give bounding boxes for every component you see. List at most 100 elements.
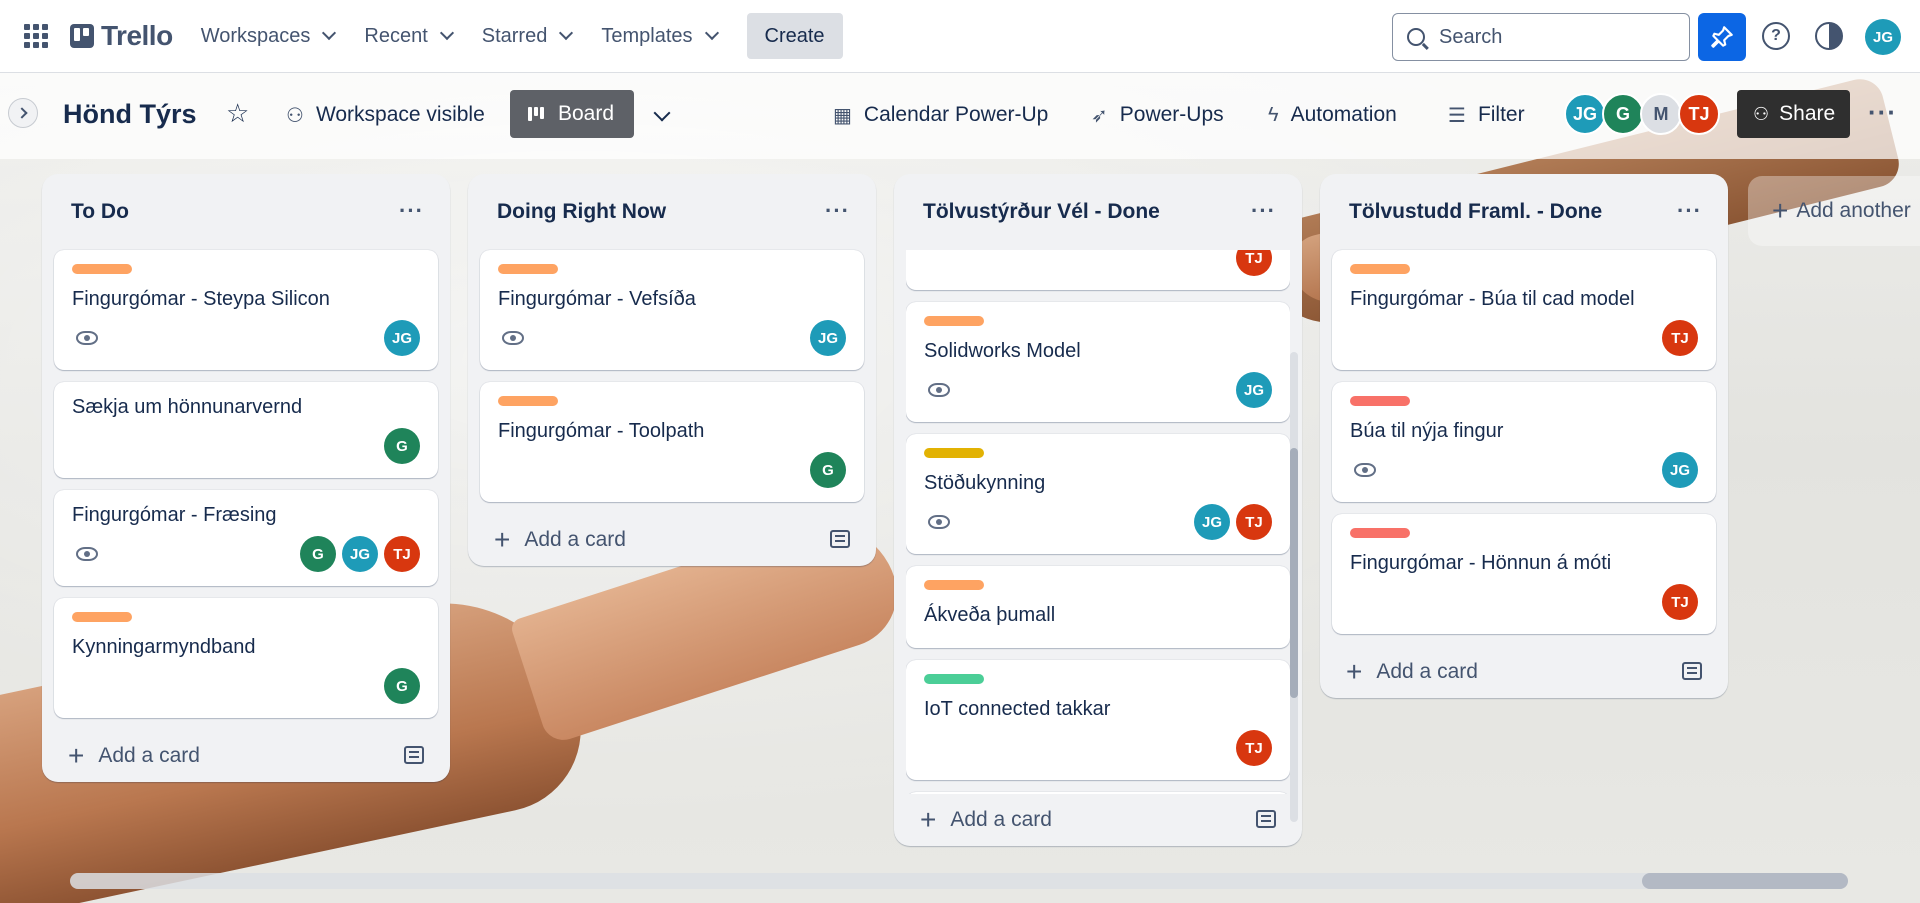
list-header[interactable]: Tölvustudd Framl. - Done ··· — [1320, 174, 1728, 250]
templates-menu[interactable]: Templates — [589, 16, 728, 56]
share-button[interactable]: ⚇ Share — [1737, 90, 1850, 138]
member-avatar[interactable]: G — [1602, 93, 1644, 135]
list-header[interactable]: Tölvustýrður Vél - Done ··· — [894, 174, 1302, 250]
help-icon[interactable]: ? — [1762, 22, 1790, 50]
list-menu-icon[interactable]: ··· — [399, 198, 424, 224]
notifications-button[interactable] — [1698, 13, 1746, 61]
add-card-button[interactable]: + Add a card — [894, 794, 1302, 846]
card-label[interactable] — [72, 264, 132, 274]
member-avatar[interactable]: TJ — [1236, 250, 1272, 276]
member-avatar[interactable]: TJ — [1662, 584, 1698, 620]
member-avatar[interactable]: JG — [342, 536, 378, 572]
member-avatar[interactable]: JG — [1564, 93, 1606, 135]
card[interactable]: Fingurgómar - Búa til cad model TJ — [1332, 250, 1716, 370]
card-template-icon[interactable] — [1682, 662, 1702, 680]
card-footer: TJ — [1350, 320, 1698, 356]
member-avatar[interactable]: TJ — [1662, 320, 1698, 356]
app-switcher-icon[interactable] — [22, 22, 50, 50]
add-list-button[interactable]: + Add another — [1748, 176, 1920, 246]
member-avatar[interactable]: JG — [1236, 372, 1272, 408]
list-title[interactable]: Tölvustýrður Vél - Done — [923, 200, 1160, 224]
list-menu-icon[interactable]: ··· — [1251, 198, 1276, 224]
card[interactable]: Fingurgómar - Steypa Silicon JG — [54, 250, 438, 370]
list-scroll-area[interactable]: TJ Solidworks Model JG Stöðukynning JG TJ Ákve… — [906, 250, 1290, 794]
board-title[interactable]: Hönd Týrs — [63, 99, 197, 130]
card-template-icon[interactable] — [404, 746, 424, 764]
add-card-button[interactable]: + Add a card — [468, 514, 876, 566]
list-title[interactable]: Doing Right Now — [497, 200, 666, 224]
scrollbar-thumb[interactable] — [1642, 873, 1848, 889]
trello-logo[interactable]: Trello — [70, 20, 173, 52]
list-header[interactable]: Doing Right Now ··· — [468, 174, 876, 250]
member-avatar[interactable]: G — [384, 428, 420, 464]
card-label[interactable] — [924, 316, 984, 326]
automation-button[interactable]: ϟ Automation — [1268, 95, 1397, 135]
member-avatar[interactable]: G — [384, 668, 420, 704]
member-avatar[interactable]: JG — [1662, 452, 1698, 488]
card-label[interactable] — [1350, 528, 1410, 538]
star-icon[interactable]: ☆ — [226, 100, 249, 126]
board-view-button[interactable]: Board — [510, 90, 634, 138]
card[interactable]: IoT connected takkar TJ — [906, 660, 1290, 780]
board-horizontal-scrollbar[interactable] — [70, 873, 1848, 889]
create-button[interactable]: Create — [746, 13, 843, 59]
member-avatar[interactable]: TJ — [1236, 730, 1272, 766]
card-label[interactable] — [924, 674, 984, 684]
theme-toggle-icon[interactable] — [1815, 22, 1843, 50]
card[interactable]: Kynningarmyndband G — [54, 598, 438, 718]
member-avatar[interactable]: G — [810, 452, 846, 488]
add-card-label: Add a card — [950, 808, 1052, 831]
card[interactable]: Ákveða þumall — [906, 566, 1290, 648]
more-options-icon[interactable]: ··· — [1868, 97, 1897, 128]
list-menu-icon[interactable]: ··· — [1677, 198, 1702, 224]
member-avatar[interactable]: JG — [384, 320, 420, 356]
card[interactable]: Fingurgómar - Vefsíða JG — [480, 250, 864, 370]
list-header[interactable]: To Do ··· — [42, 174, 450, 250]
add-card-button[interactable]: + Add a card — [42, 730, 450, 782]
search-input[interactable]: Search — [1392, 13, 1690, 61]
member-avatar[interactable]: M — [1640, 93, 1682, 135]
watching-icon — [76, 547, 98, 561]
card[interactable]: Stöðukynning JG TJ — [906, 434, 1290, 554]
member-avatar[interactable]: TJ — [384, 536, 420, 572]
member-avatar[interactable]: TJ — [1678, 93, 1720, 135]
card-label[interactable] — [498, 396, 558, 406]
card-members: TJ — [1236, 250, 1272, 276]
member-avatar[interactable]: JG — [1194, 504, 1230, 540]
card-label[interactable] — [924, 448, 984, 458]
card[interactable]: Fingurgómar - Fræsing G JG TJ — [54, 490, 438, 586]
starred-menu[interactable]: Starred — [470, 16, 584, 56]
list-title[interactable]: To Do — [71, 200, 129, 224]
card[interactable]: TJ — [906, 250, 1290, 290]
powerups-button[interactable]: ➶ Power-Ups — [1091, 95, 1224, 135]
recent-menu[interactable]: Recent — [352, 16, 463, 56]
card[interactable]: Solidworks Model JG — [906, 302, 1290, 422]
add-card-button[interactable]: + Add a card — [1320, 646, 1728, 698]
user-avatar[interactable]: JG — [1865, 19, 1901, 55]
list-vertical-scrollbar[interactable] — [1290, 352, 1298, 822]
visibility-button[interactable]: ⚇ Workspace visible — [286, 95, 485, 135]
list-title[interactable]: Tölvustudd Framl. - Done — [1349, 200, 1602, 224]
member-avatar[interactable]: G — [300, 536, 336, 572]
card-template-icon[interactable] — [1256, 810, 1276, 828]
card-footer: TJ — [1350, 584, 1698, 620]
card-template-icon[interactable] — [830, 530, 850, 548]
card[interactable]: Sækja um hönnunarvernd G — [54, 382, 438, 478]
card[interactable]: Fingurgómar - Toolpath G — [480, 382, 864, 502]
member-avatar[interactable]: JG — [810, 320, 846, 356]
member-avatar[interactable]: TJ — [1236, 504, 1272, 540]
scrollbar-thumb[interactable] — [1290, 448, 1298, 698]
card-label[interactable] — [1350, 396, 1410, 406]
card-label[interactable] — [498, 264, 558, 274]
calendar-powerup-button[interactable]: ▦ Calendar Power-Up — [833, 95, 1048, 135]
card-label[interactable] — [924, 580, 984, 590]
card-label[interactable] — [72, 612, 132, 622]
card-label[interactable] — [1350, 264, 1410, 274]
card[interactable]: Búa til nýja fingur JG — [1332, 382, 1716, 502]
chevron-down-icon[interactable] — [653, 104, 671, 122]
list-menu-icon[interactable]: ··· — [825, 198, 850, 224]
sidebar-toggle-button[interactable] — [8, 98, 38, 128]
workspaces-menu[interactable]: Workspaces — [189, 16, 347, 56]
filter-button[interactable]: ☰ Filter — [1448, 95, 1525, 135]
card[interactable]: Fingurgómar - Hönnun á móti TJ — [1332, 514, 1716, 634]
